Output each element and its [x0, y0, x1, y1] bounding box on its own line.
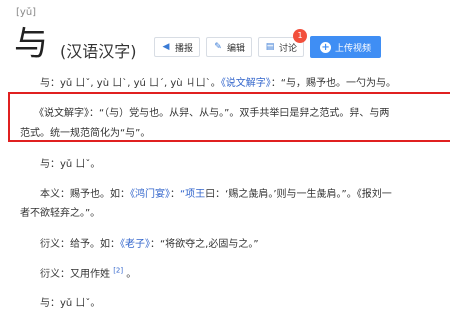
meaning-line-cont: 者不欲轻弃之。”。: [20, 208, 101, 219]
broadcast-button[interactable]: ◀ 播报: [154, 37, 201, 57]
pronunciation-suffix: ：“与，赐予也。一勺为与。: [270, 78, 396, 89]
laozi-link[interactable]: 《老子》: [120, 239, 150, 250]
extended-meaning-line: 衍义：给予。如：《老子》：“将欲夺之,必固与之。”: [40, 235, 259, 250]
meaning-colon: ：: [170, 189, 180, 200]
xiangwang-link[interactable]: “项王: [180, 189, 205, 200]
extended-suffix: ：“将欲夺之,必固与之。”: [150, 239, 259, 250]
hongmenyan-link[interactable]: 《鸿门宴》: [130, 189, 170, 200]
toolbar: ◀ 播报 ✎ 编辑 ▤ 讨论 1 + 上传视频: [154, 29, 382, 58]
page-subtitle: (汉语汉字): [60, 42, 137, 61]
extended-text: 衍义：给予。如：: [40, 239, 120, 250]
discuss-badge: 1: [293, 29, 308, 43]
pinyin-header: [yǔ]: [16, 7, 37, 18]
pinyin-line: 与：yǔ ㄩˇ。: [40, 159, 101, 170]
surname-text: 衍义：又用作姓: [40, 269, 110, 280]
shuowen-quote-line2: 范式。统一规范简化为“与”。: [20, 128, 151, 139]
meaning-suffix: 曰：‘赐之彘肩。’则与一生彘肩。”。《报刘一: [205, 189, 392, 200]
surname-end: 。: [126, 269, 137, 280]
citation-ref[interactable]: [2]: [113, 267, 123, 275]
meaning-line: 本义：赐予也。如：《鸿门宴》：“项王曰：‘赐之彘肩。’则与一生彘肩。”。《报刘一: [40, 185, 392, 200]
plus-icon: +: [320, 41, 332, 53]
surname-line: 衍义：又用作姓 [2] 。: [40, 265, 136, 280]
edit-button[interactable]: ✎ 编辑: [206, 37, 253, 57]
broadcast-label: 播报: [175, 43, 194, 54]
upload-video-button[interactable]: + 上传视频: [310, 36, 382, 58]
shuowen-link[interactable]: 《说文解字》: [221, 78, 271, 89]
page-title: 与: [14, 24, 48, 64]
pronunciation-line: 与：yǔ ㄩˇ, yù ㄩˋ, yú ㄩˊ, yù ㄐㄩˋ。《说文解字》：“与，…: [40, 74, 396, 89]
pinyin-line-bottom: 与：yǔ ㄩˇ。: [40, 298, 101, 309]
shuowen-quote-line1: 《说文解字》：“（与）党与也。从舁、从与。”。双手共举曰是舁之范式。舁、与两: [34, 108, 390, 119]
discuss-button[interactable]: ▤ 讨论 1: [258, 29, 308, 57]
pronunciation-text: 与：yǔ ㄩˇ, yù ㄩˋ, yú ㄩˊ, yù ㄐㄩˋ。: [40, 78, 221, 89]
meaning-text: 本义：赐予也。如：: [40, 189, 130, 200]
pencil-icon: ✎: [214, 42, 222, 52]
edit-label: 编辑: [227, 43, 246, 54]
chat-icon: ▤: [265, 42, 275, 52]
upload-label: 上传视频: [335, 43, 372, 54]
discuss-label: 讨论: [279, 43, 298, 54]
speaker-icon: ◀: [162, 42, 170, 52]
